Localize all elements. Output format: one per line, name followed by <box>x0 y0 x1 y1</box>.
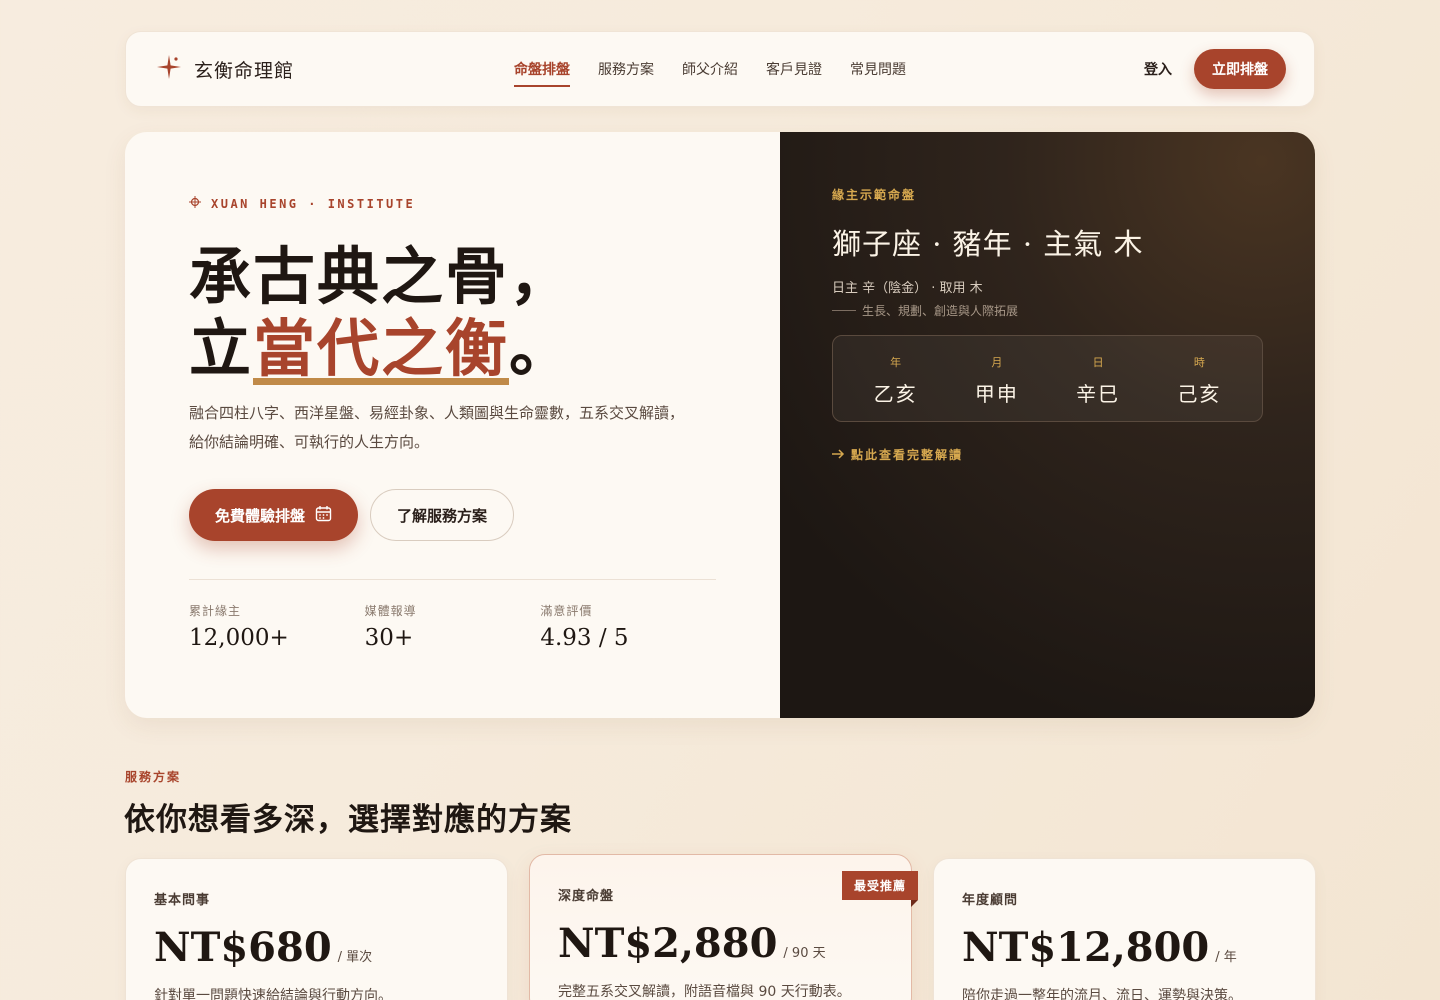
hero-buttons: 免費體驗排盤 了解服務方案 <box>189 489 780 541</box>
headline-line-2-suffix: 。 <box>509 312 574 385</box>
view-plans-button[interactable]: 了解服務方案 <box>370 489 515 541</box>
plan-name: 基本問事 <box>154 893 211 908</box>
four-pillars: 年 乙亥 月 甲申 日 辛巳 時 己亥 <box>832 335 1263 422</box>
pillar-value: 甲申 <box>974 382 1019 406</box>
sample-chart-note: 生長、規劃、創造與人際拓展 <box>832 302 1263 319</box>
login-link[interactable]: 登入 <box>1144 59 1172 79</box>
compass-icon <box>189 196 201 211</box>
nav-link-faq[interactable]: 常見問題 <box>850 53 906 85</box>
sparkle-logo-icon <box>156 54 182 84</box>
nav-link-chart[interactable]: 命盤排盤 <box>514 53 570 87</box>
plan-price: NT$12,800 <box>962 924 1210 971</box>
hero-eyebrow: XUAN HENG · INSTITUTE <box>189 196 780 211</box>
brand[interactable]: 玄衡命理館 <box>156 54 496 84</box>
headline-line-2-prefix: 立 <box>189 312 254 385</box>
plan-price: NT$2,880 <box>558 920 778 967</box>
plan-card-deep[interactable]: 最受推薦 深度命盤 NT$2,880 / 90 天 完整五系交叉解讀，附語音檔與… <box>529 854 919 1000</box>
pillar-label: 月 <box>991 356 1003 369</box>
recommended-badge: 最受推薦 <box>841 871 919 907</box>
plan-name: 年度顧問 <box>962 893 1019 908</box>
plan-unit: / 年 <box>1215 950 1237 965</box>
nav-link-services[interactable]: 服務方案 <box>598 53 654 85</box>
headline-accent: 當代之衡 <box>253 312 510 385</box>
dash-line <box>832 310 856 311</box>
plan-name: 深度命盤 <box>558 889 615 904</box>
stat-rating: 滿意評價 4.93 / 5 <box>540 602 716 651</box>
hero-headline: 承古典之骨， 立當代之衡。 <box>189 241 780 385</box>
headline-line-1: 承古典之骨， <box>189 240 574 313</box>
plan-price-row: NT$12,800 / 年 <box>962 924 1287 971</box>
stat-label: 滿意評價 <box>540 604 593 618</box>
nav-link-testimonials[interactable]: 客戶見證 <box>766 53 822 85</box>
plan-unit: / 90 天 <box>783 946 826 961</box>
arrow-right-icon <box>832 448 845 462</box>
services-eyebrow: 服務方案 <box>125 770 182 784</box>
full-reading-label: 點此查看完整解讀 <box>851 448 964 462</box>
stat-clients: 累計緣主 12,000+ <box>189 602 365 651</box>
plan-description: 完整五系交叉解讀，附語音檔與 90 天行動表。 <box>558 984 851 1000</box>
stat-value: 4.93 / 5 <box>540 625 629 651</box>
pillar-hour: 時 己亥 <box>1149 336 1250 421</box>
pillar-day: 日 辛巳 <box>1048 336 1149 421</box>
plan-description: 陪你走過一整年的流月、流日、運勢與決策。 <box>962 988 1242 1000</box>
pillar-year: 年 乙亥 <box>845 336 946 421</box>
pillar-value: 乙亥 <box>873 382 918 406</box>
pillar-label: 日 <box>1092 356 1104 369</box>
plan-description: 針對單一問題快速給結論與行動方向。 <box>154 988 392 1000</box>
hero-intro: XUAN HENG · INSTITUTE 承古典之骨， 立當代之衡。 融合四柱… <box>125 132 780 718</box>
hero-lead: 融合四柱八字、西洋星盤、易經卦象、人類圖與生命靈數，五系交叉解讀，給你結論明確、… <box>189 404 685 451</box>
stat-media: 媒體報導 30+ <box>365 602 541 651</box>
plan-price: NT$680 <box>154 924 332 971</box>
free-trial-label: 免費體驗排盤 <box>215 506 306 525</box>
pillar-label: 年 <box>890 356 902 369</box>
start-chart-button[interactable]: 立即排盤 <box>1194 49 1286 89</box>
stat-label: 媒體報導 <box>364 604 417 618</box>
sample-chart-title: 獅子座 · 豬年 · 主氣 木 <box>832 227 1144 261</box>
top-nav: 玄衡命理館 命盤排盤 服務方案 師父介紹 客戶見證 常見問題 登入 立即排盤 <box>125 31 1315 107</box>
pillar-label: 時 <box>1193 356 1205 369</box>
pillar-value: 己亥 <box>1177 382 1222 406</box>
services-title: 依你想看多深，選擇對應的方案 <box>124 802 572 838</box>
sample-chart-subtitle: 日主 辛（陰金） · 取用 木 <box>832 281 983 296</box>
plan-card-annual[interactable]: 年度顧問 NT$12,800 / 年 陪你走過一整年的流月、流日、運勢與決策。 <box>933 858 1316 1000</box>
plan-unit: / 單次 <box>337 950 373 965</box>
sample-chart-note-text: 生長、規劃、創造與人際拓展 <box>862 304 1019 318</box>
nav-links: 命盤排盤 服務方案 師父介紹 客戶見證 常見問題 <box>514 53 1144 87</box>
stat-label: 累計緣主 <box>189 604 242 618</box>
calendar-icon <box>315 505 332 526</box>
brand-name: 玄衡命理館 <box>194 59 295 82</box>
stat-value: 12,000+ <box>189 625 289 651</box>
free-trial-button[interactable]: 免費體驗排盤 <box>189 489 359 541</box>
full-reading-link[interactable]: 點此查看完整解讀 <box>832 446 1263 463</box>
sample-chart-tag: 緣主示範命盤 <box>832 188 917 202</box>
pillar-month: 月 甲申 <box>946 336 1047 421</box>
nav-actions: 登入 立即排盤 <box>1144 49 1286 89</box>
hero-section: XUAN HENG · INSTITUTE 承古典之骨， 立當代之衡。 融合四柱… <box>125 132 1315 718</box>
hero-stats: 累計緣主 12,000+ 媒體報導 30+ 滿意評價 4.93 / 5 <box>189 579 716 651</box>
nav-link-masters[interactable]: 師父介紹 <box>682 53 738 85</box>
hero-eyebrow-text: XUAN HENG · INSTITUTE <box>211 196 416 211</box>
plan-price-row: NT$2,880 / 90 天 <box>558 920 883 967</box>
plan-card-basic[interactable]: 基本問事 NT$680 / 單次 針對單一問題快速給結論與行動方向。 <box>125 858 508 1000</box>
sample-chart-panel: 緣主示範命盤 獅子座 · 豬年 · 主氣 木 日主 辛（陰金） · 取用 木 生… <box>780 132 1315 718</box>
stat-value: 30+ <box>364 625 414 651</box>
pillar-value: 辛巳 <box>1076 382 1121 406</box>
plan-price-row: NT$680 / 單次 <box>154 924 479 971</box>
